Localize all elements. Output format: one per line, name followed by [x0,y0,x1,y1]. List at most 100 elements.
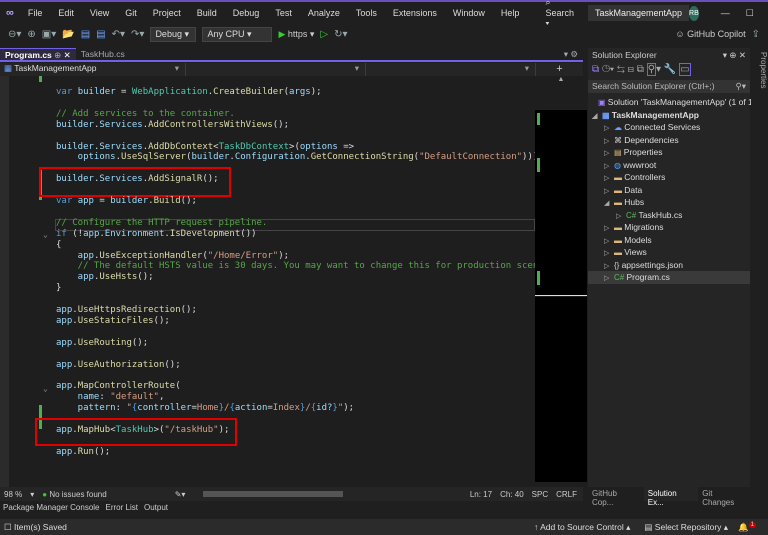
properties-wrench-icon[interactable]: 🔧 [664,64,676,75]
tree-item[interactable]: ▷ ▬ Migrations [588,221,750,234]
redo-icon[interactable]: ↷▾ [131,29,144,40]
menu-file[interactable]: File [20,8,51,18]
tree-item[interactable]: ▷ ▬ Controllers [588,171,750,184]
new-item-icon[interactable]: ▣▾ [42,29,56,40]
code-line: app.UseStaticFiles(); [56,316,170,327]
menu-extensions[interactable]: Extensions [385,8,445,18]
open-icon[interactable]: 📂 [62,29,74,40]
tab-output[interactable]: Output [144,503,168,516]
menu-view[interactable]: View [82,8,117,18]
minimize-button[interactable]: — [713,8,738,18]
undo-icon[interactable]: ↶▾ [112,29,125,40]
tab-error-list[interactable]: Error List [106,503,138,516]
tab-overflow-icon[interactable]: ▾ ⚙ [559,48,583,60]
add-to-source-control-button[interactable]: ↑ Add to Source Control ▴ [534,522,630,533]
column-number[interactable]: Ch: 40 [500,490,524,499]
menu-edit[interactable]: Edit [50,8,82,18]
save-icon[interactable]: ▤ [81,29,90,40]
split-editor-icon[interactable]: + [536,63,583,76]
properties-panel-tab[interactable]: Properties [751,48,768,487]
code-line: app.UseExceptionHandler("/Home/Error"); [56,251,289,262]
code-line: builder.Services.AddDbContext<TaskDbCont… [56,142,354,153]
tab-github-copilot[interactable]: GitHub Cop... [588,487,644,507]
code-token: : [115,403,127,414]
tree-item[interactable]: ▷{} appsettings.json [588,259,750,272]
collapse-all-icon[interactable]: ⊟ [628,64,634,75]
sync-icon[interactable]: ⇆ [617,64,625,75]
switch-views-icon[interactable]: ⧉ [592,64,599,75]
preview-icon[interactable]: ▭ [679,63,691,76]
hot-reload-icon[interactable]: ↻▾ [334,29,347,40]
menu-project[interactable]: Project [145,8,189,18]
platform-select[interactable]: Any CPU ▾ [202,26,273,42]
history-icon[interactable]: ◷▾ [602,64,614,75]
tree-item[interactable]: ▷ ◍ wwwroot [588,159,750,172]
line-number[interactable]: Ln: 17 [470,490,492,499]
collapse-if-icon[interactable]: ⌄ [43,230,48,239]
zoom-level[interactable]: 98 % [4,490,22,499]
tree-item[interactable]: ▣ Solution 'TaskManagementApp' (1 of 1 p [588,96,760,109]
save-all-icon[interactable]: ▤ [96,29,105,40]
maximize-button[interactable]: ☐ [738,8,762,19]
back-icon[interactable]: ⊖▾ [8,29,21,40]
menu-debug[interactable]: Debug [225,8,268,18]
menu-window[interactable]: Window [445,8,493,18]
show-all-files-icon[interactable]: ⧉ [637,64,644,75]
notifications-icon[interactable]: 🔔 1 [738,522,756,533]
editor-status-bar: 98 % ▾ ● No issues found ✎▾ Ln: 17 Ch: 40… [0,487,583,501]
search-icon[interactable]: ⚲▾ [736,81,747,92]
menu-tools[interactable]: Tools [348,8,385,18]
panel-options-icon[interactable]: ▾ ⊕ ✕ [723,50,746,60]
menu-test[interactable]: Test [267,8,300,18]
collapse-route-icon[interactable]: ⌄ [43,384,48,393]
tree-item[interactable]: ▷ ▤ Properties [588,146,750,159]
close-tab-icon[interactable]: ✕ [64,50,71,60]
run-button[interactable]: ▶ https ▾ [278,29,314,40]
avatar[interactable]: RB [689,5,699,21]
tree-item[interactable]: ▷ ▬ Models [588,234,750,247]
tree-item[interactable]: ◢ ▦ TaskManagementApp [588,109,750,122]
tree-item[interactable]: ▷ ⌘ Dependencies [588,134,750,147]
configuration-select[interactable]: Debug ▾ [150,26,197,42]
pin-icon[interactable]: ⊕ [54,50,61,60]
line-ending-indicator[interactable]: CRLF [556,490,577,499]
tree-item[interactable]: ▷ ▬ Views [588,246,750,259]
tab-package-manager-console[interactable]: Package Manager Console [3,503,100,516]
spacing-indicator[interactable]: SPC [532,490,548,499]
project-dropdown[interactable]: ▦ TaskManagementApp [0,63,186,76]
tree-item[interactable]: ▷ C# Program.cs [588,271,750,284]
horizontal-scrollbar[interactable] [203,491,344,497]
minimap-viewport[interactable] [535,110,587,296]
tree-item[interactable]: ▷ C# TaskHub.cs [588,209,750,222]
github-copilot-button[interactable]: ☺ GitHub Copilot [675,29,745,39]
member-dropdown[interactable] [366,63,536,76]
forward-icon[interactable]: ⊕ [27,29,35,40]
solution-search-input[interactable]: Search Solution Explorer (Ctrl+;) ⚲▾ [588,80,750,93]
scroll-up-icon[interactable]: ▲ [535,76,587,86]
issues-indicator[interactable]: ● No issues found [42,490,106,499]
filter-icon[interactable]: ⚲ [646,63,657,76]
tab-taskhub-cs[interactable]: TaskHub.cs [76,48,130,60]
code-token: WebApplication [131,87,208,97]
menu-help[interactable]: Help [493,8,528,18]
dependencies-icon: ⌘ [614,135,625,145]
select-repository-button[interactable]: ▤ Select Repository ▴ [644,522,728,533]
menu-build[interactable]: Build [189,8,225,18]
tab-solution-explorer[interactable]: Solution Ex... [643,487,699,507]
share-icon[interactable]: ⇪ [752,29,760,40]
type-dropdown[interactable] [186,63,366,76]
tab-program-cs[interactable]: Program.cs ⊕ ✕ [0,48,76,60]
menu-analyze[interactable]: Analyze [300,8,348,18]
minimap-scrollbar[interactable]: ▲ [535,76,587,487]
start-without-debugging-icon[interactable]: ▷ [320,29,328,40]
code-editor[interactable]: ⌄ ⌄ var builder = WebApplication.CreateB… [0,76,587,487]
tree-item[interactable]: ◢ ▬ Hubs [588,196,750,209]
tree-item[interactable]: ▷ ☁ Connected Services [588,121,750,134]
close-button[interactable]: ✕ [762,8,768,19]
menu-git[interactable]: Git [117,8,145,18]
tab-git-changes[interactable]: Git Changes [698,487,750,507]
code-cleanup-icon[interactable]: ✎▾ [175,490,186,499]
collapsed-arrow-icon[interactable]: ▷ [604,273,614,286]
tree-item[interactable]: ▷ ▬ Data [588,184,750,197]
code-line: // Configure the HTTP request pipeline. [56,218,267,229]
